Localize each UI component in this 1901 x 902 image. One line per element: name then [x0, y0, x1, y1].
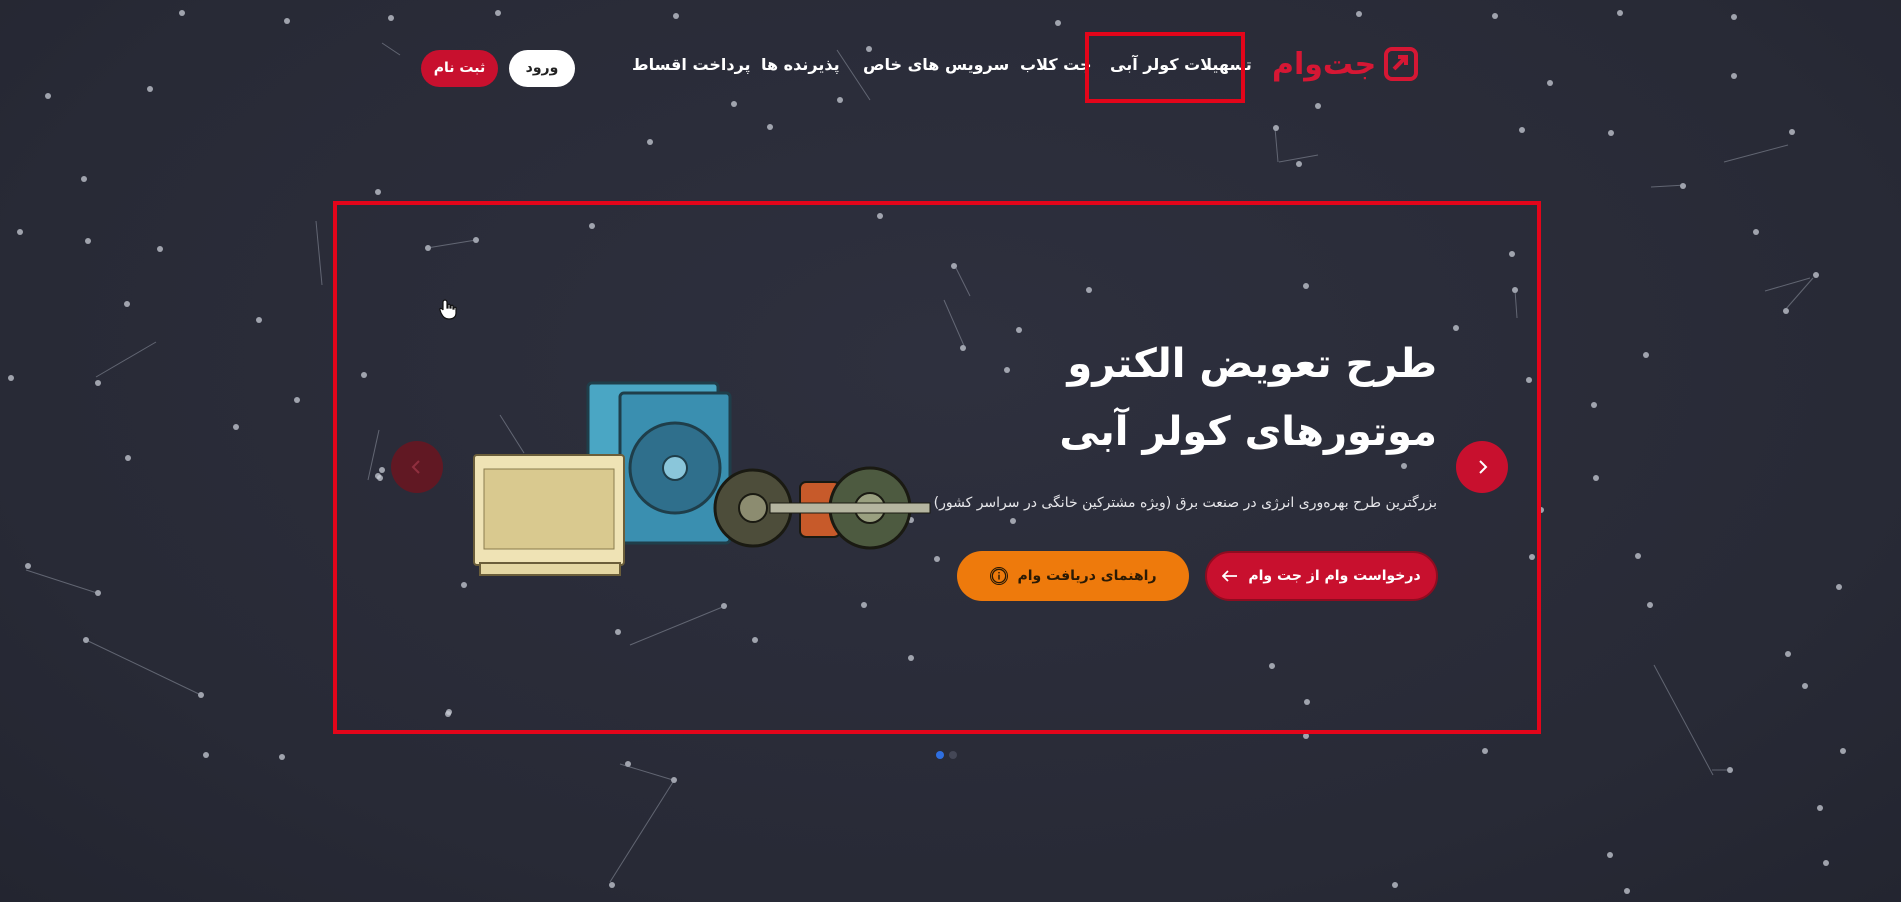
- particle-dot: [1607, 852, 1613, 858]
- slider-dot[interactable]: [949, 751, 957, 759]
- loan-guide-label: راهنمای دریافت وام: [1017, 568, 1157, 584]
- particle-dot: [1591, 402, 1597, 408]
- particle-dot: [1482, 748, 1488, 754]
- particle-dot: [85, 238, 91, 244]
- particle-dot: [1817, 805, 1823, 811]
- particle-link: [1274, 127, 1279, 163]
- particle-dot: [1680, 183, 1686, 189]
- cooler-motor-illustration: [473, 381, 931, 576]
- site-header: جت‌وام تسهیلات کولر آبی جت کلاب سرویس ها…: [0, 0, 1901, 130]
- nav-item-jet-club[interactable]: جت کلاب: [1020, 50, 1092, 80]
- info-icon: [989, 567, 1008, 585]
- particle-dot: [81, 176, 87, 182]
- particle-link: [85, 639, 202, 696]
- particle-link: [1723, 144, 1789, 163]
- nav-item-special-services[interactable]: سرویس های خاص: [863, 50, 1009, 80]
- arrow-left-icon: [1222, 570, 1238, 582]
- particle-link: [619, 763, 674, 781]
- particle-dot: [203, 752, 209, 758]
- hero-title-line-1: طرح تعویض الکترو: [1067, 341, 1437, 387]
- particle-dot: [1813, 272, 1819, 278]
- particle-dot: [1840, 748, 1846, 754]
- particle-dot: [1785, 651, 1791, 657]
- particle-dot: [1608, 130, 1614, 136]
- particle-link: [609, 781, 674, 883]
- particle-dot: [1392, 882, 1398, 888]
- slider-dots: [936, 751, 957, 759]
- hero-title: طرح تعویض الکترو موتورهای کولر آبی: [917, 330, 1437, 466]
- particle-dot: [256, 317, 262, 323]
- particle-dot: [1836, 584, 1842, 590]
- particle-dot: [1802, 683, 1808, 689]
- page: جت‌وام تسهیلات کولر آبی جت کلاب سرویس ها…: [0, 0, 1901, 902]
- particle-dot: [25, 563, 31, 569]
- chevron-left-icon: [411, 460, 420, 474]
- particle-dot: [294, 397, 300, 403]
- request-loan-label: درخواست وام از جت وام: [1248, 568, 1421, 584]
- particle-dot: [17, 229, 23, 235]
- slider-prev-button[interactable]: [391, 441, 443, 493]
- particle-dot: [1593, 475, 1599, 481]
- particle-link: [95, 341, 157, 378]
- slider-dot[interactable]: [936, 751, 944, 759]
- particle-dot: [1753, 229, 1759, 235]
- particle-dot: [1635, 553, 1641, 559]
- particle-link: [315, 220, 323, 286]
- register-button[interactable]: ثبت نام: [421, 50, 498, 87]
- particle-dot: [1643, 352, 1649, 358]
- particle-dot: [647, 139, 653, 145]
- particle-link: [1278, 154, 1319, 163]
- particle-dot: [95, 380, 101, 386]
- particle-dot: [1624, 888, 1630, 894]
- nav-item-merchants[interactable]: پذیرنده ها: [761, 50, 840, 80]
- login-button[interactable]: ورود: [509, 50, 575, 87]
- particle-dot: [1823, 860, 1829, 866]
- particle-dot: [124, 301, 130, 307]
- hand-cursor-icon: [439, 299, 457, 320]
- slider-next-button[interactable]: [1456, 441, 1508, 493]
- hero-title-line-2: موتورهای کولر آبی: [1059, 409, 1437, 455]
- particle-link: [1784, 277, 1814, 311]
- particle-dot: [125, 455, 131, 461]
- particle-dot: [1296, 161, 1302, 167]
- particle-dot: [375, 189, 381, 195]
- particle-dot: [609, 882, 615, 888]
- particle-dot: [8, 375, 14, 381]
- nav-item-pay-installments[interactable]: پرداخت اقساط: [632, 50, 751, 80]
- particle-dot: [1647, 602, 1653, 608]
- particle-link: [25, 569, 98, 594]
- particle-link: [1653, 664, 1714, 776]
- loan-guide-button[interactable]: راهنمای دریافت وام: [957, 551, 1189, 601]
- main-nav: تسهیلات کولر آبی جت کلاب سرویس های خاص پ…: [0, 50, 1901, 80]
- particle-dot: [279, 754, 285, 760]
- particle-dot: [233, 424, 239, 430]
- particle-dot: [157, 246, 163, 252]
- hero-subtitle: بزرگترین طرح بهره‌وری انرژی در صنعت برق …: [933, 495, 1437, 511]
- chevron-right-icon: [1479, 460, 1488, 474]
- nav-highlight-box: [1085, 32, 1245, 103]
- request-loan-button[interactable]: درخواست وام از جت وام: [1205, 551, 1438, 601]
